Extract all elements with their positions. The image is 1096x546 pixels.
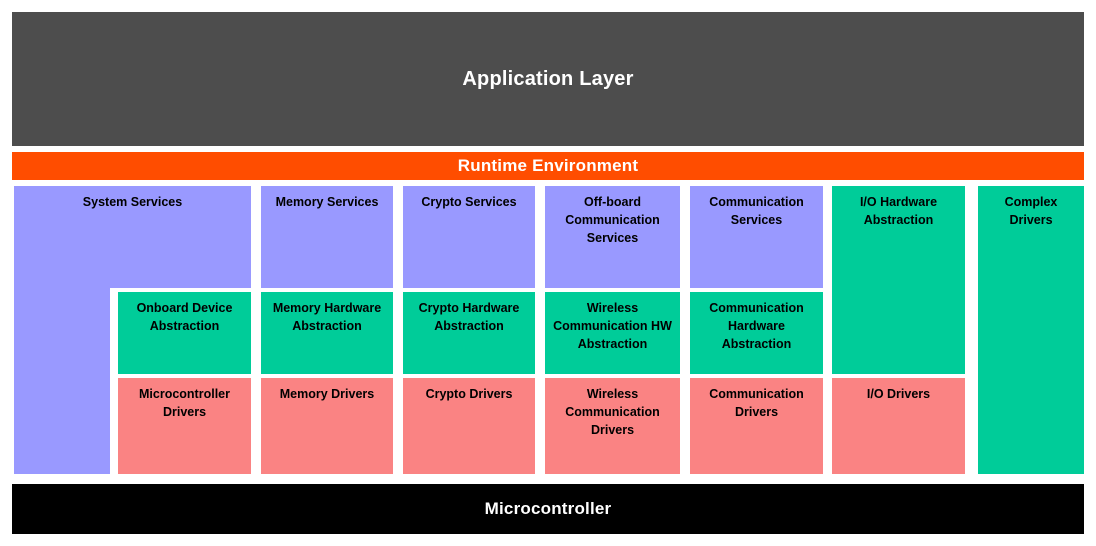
crypto-services-block: Crypto Services: [403, 186, 535, 288]
crypto-hardware-abstraction-block: Crypto Hardware Abstraction: [403, 292, 535, 374]
autosar-layered-architecture-diagram: Application Layer Runtime Environment Sy…: [0, 0, 1096, 546]
wireless-communication-drivers-block: Wireless Communication Drivers: [545, 378, 680, 474]
microcontroller-band: Microcontroller: [12, 484, 1084, 534]
crypto-drivers-block: Crypto Drivers: [403, 378, 535, 474]
microcontroller-drivers-block: Microcontroller Drivers: [118, 378, 251, 474]
communication-hardware-abstraction-block: Communication Hardware Abstraction: [690, 292, 823, 374]
wireless-communication-hw-abstraction-block: Wireless Communication HW Abstraction: [545, 292, 680, 374]
offboard-communication-services-block: Off-board Communication Services: [545, 186, 680, 288]
application-layer-band: Application Layer: [12, 12, 1084, 146]
complex-drivers-block: Complex Drivers: [978, 186, 1084, 474]
runtime-environment-band: Runtime Environment: [12, 152, 1084, 180]
system-services-block: System Services: [14, 186, 251, 288]
communication-drivers-block: Communication Drivers: [690, 378, 823, 474]
io-hardware-abstraction-block: I/O Hardware Abstraction: [832, 186, 965, 374]
io-drivers-block: I/O Drivers: [832, 378, 965, 474]
communication-services-block: Communication Services: [690, 186, 823, 288]
memory-hardware-abstraction-block: Memory Hardware Abstraction: [261, 292, 393, 374]
memory-services-block: Memory Services: [261, 186, 393, 288]
memory-drivers-block: Memory Drivers: [261, 378, 393, 474]
onboard-device-abstraction-block: Onboard Device Abstraction: [118, 292, 251, 374]
